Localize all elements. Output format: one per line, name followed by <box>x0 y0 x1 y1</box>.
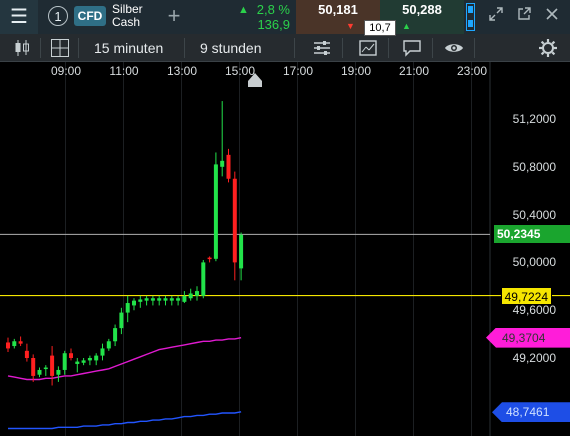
candle-bull <box>201 262 206 296</box>
candle-bull <box>239 234 244 269</box>
time-tick-label: 23:00 <box>456 64 488 78</box>
candle-bear <box>6 342 10 349</box>
candle-bull <box>106 341 111 349</box>
chart-toolbar: 15 minuten 9 stunden <box>0 34 570 62</box>
moving-average-blue-badge: 48,7461 <box>492 402 570 423</box>
candle-bull <box>43 367 48 370</box>
time-tick-label: 09:00 <box>50 64 82 78</box>
candle-bear <box>50 355 55 376</box>
candle-bull <box>119 312 124 329</box>
candle-bull <box>125 303 130 313</box>
candle-bull <box>169 298 174 301</box>
candle-bull <box>100 348 105 356</box>
hamburger-icon: ☰ <box>10 6 28 28</box>
up-arrow-icon: ▲ <box>402 21 411 31</box>
candle-bull <box>213 164 218 259</box>
spread-value: 10,7 <box>364 20 396 36</box>
instrument-number-badge[interactable]: 1 <box>48 6 68 26</box>
toolbar-separator <box>40 38 41 58</box>
candle-bull <box>138 299 143 302</box>
candle-bull <box>113 328 118 342</box>
comment-icon[interactable] <box>402 38 422 58</box>
candle-bull <box>37 369 42 375</box>
moving-average-pink-badge: 49,3704 <box>486 327 570 348</box>
candle-bull <box>220 160 225 167</box>
instrument-header: ☰ 1 CFD Silber Cash + ▲ 2,8 % 136,9 50,1… <box>0 0 570 36</box>
settings-icon[interactable] <box>538 38 558 58</box>
candle-bull <box>188 293 193 299</box>
cfd-badge: CFD <box>74 6 106 26</box>
interval-select[interactable]: 15 minuten <box>94 40 163 56</box>
candle-bear <box>24 350 29 358</box>
current-price-badge: 50,2345 <box>494 225 570 244</box>
buy-price: 50,288 <box>402 2 442 17</box>
eye-icon[interactable] <box>444 38 464 58</box>
menu-button[interactable]: ☰ <box>0 0 38 34</box>
candlestick-icon[interactable] <box>12 38 32 58</box>
candle-bear <box>207 257 212 260</box>
candle-bear <box>69 353 73 358</box>
moving-average-blue <box>8 411 242 430</box>
candle-bull <box>12 341 17 347</box>
candle-bull <box>81 360 86 363</box>
close-icon[interactable] <box>542 6 562 26</box>
candle-bear <box>18 341 23 344</box>
toolbar-separator <box>342 38 343 58</box>
chart-tools-icon[interactable] <box>358 38 378 58</box>
change-percent: 2,8 % <box>256 2 290 17</box>
period-select[interactable]: 9 stunden <box>200 40 262 56</box>
candle-bull <box>62 353 67 370</box>
candle-bull <box>144 298 149 301</box>
price-tick-label: 51,2000 <box>512 112 556 126</box>
expand-icon[interactable] <box>486 6 506 26</box>
candle-bull <box>56 369 61 375</box>
toolbar-separator <box>184 38 185 58</box>
candle-bear <box>232 178 237 263</box>
candle-bull <box>157 298 162 301</box>
add-instrument-button[interactable]: + <box>162 3 186 29</box>
grid-icon[interactable] <box>50 38 70 58</box>
chart-canvas[interactable] <box>0 62 570 436</box>
time-tick-label: 11:00 <box>109 64 139 78</box>
toolbar-separator <box>388 38 389 58</box>
up-arrow-icon: ▲ <box>238 4 249 16</box>
candle-bull <box>150 298 155 301</box>
candle-bull <box>75 361 80 364</box>
price-chart[interactable]: 09:00 11:00 13:00 15:00 17:00 19:00 21:00 23:00… <box>0 62 570 436</box>
price-tick-label: 49,2000 <box>512 351 556 365</box>
plus-icon: + <box>167 3 181 28</box>
change-absolute: 136,9 <box>257 17 290 32</box>
time-tick-label: 13:00 <box>166 64 198 78</box>
candle-bull <box>132 300 136 306</box>
instrument-name-line2: Cash <box>112 15 141 29</box>
toolbar-separator <box>474 38 475 58</box>
candle-bear <box>31 358 36 376</box>
price-tick-label: 50,0000 <box>512 255 556 270</box>
indicators-icon[interactable] <box>312 38 332 58</box>
time-tick-label: 19:00 <box>340 64 372 78</box>
sell-price: 50,181 <box>318 2 358 17</box>
popout-icon[interactable] <box>514 6 534 26</box>
toolbar-separator <box>432 38 433 58</box>
candle-bull <box>87 358 92 361</box>
candle-bull <box>176 298 181 301</box>
moving-average-pink <box>7 337 242 381</box>
candle-bull <box>94 355 99 361</box>
price-tick-label: 50,8000 <box>512 159 556 174</box>
time-tick-label: 15:00 <box>224 64 256 78</box>
candle-bull <box>182 295 187 302</box>
down-arrow-icon: ▼ <box>346 21 355 31</box>
instrument-name[interactable]: Silber Cash <box>112 3 157 29</box>
horizontal-line-price-badge[interactable]: 49,7224 <box>500 286 552 305</box>
price-tick-label: 50,4000 <box>512 207 556 222</box>
toolbar-separator <box>78 38 79 58</box>
candle-bull <box>195 291 199 296</box>
toolbar-separator <box>294 38 295 58</box>
time-tick-label: 17:00 <box>282 64 314 78</box>
time-tick-label: 21:00 <box>398 64 430 78</box>
candle-bear <box>226 154 231 179</box>
candle-bull <box>163 298 168 301</box>
order-panel-toggle[interactable] <box>466 3 475 31</box>
daily-change: ▲ 2,8 % 136,9 <box>218 0 296 34</box>
